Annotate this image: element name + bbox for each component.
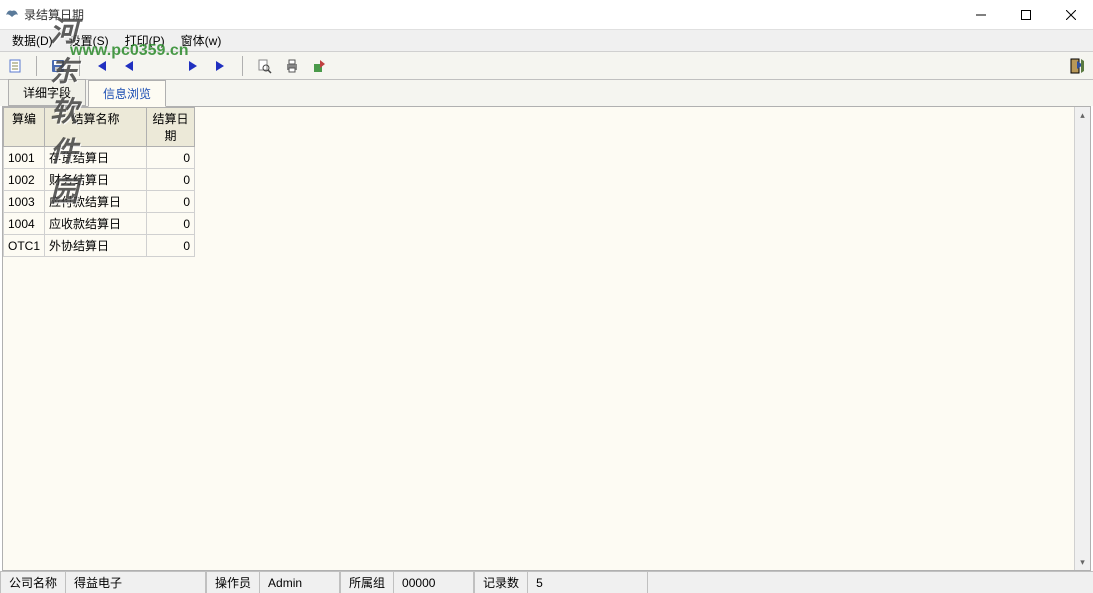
status-group-label: 所属组 xyxy=(340,572,394,593)
header-code[interactable]: 算编 xyxy=(4,108,45,147)
cell-date: 0 xyxy=(147,147,195,169)
header-date[interactable]: 结算日期 xyxy=(147,108,195,147)
status-group: 00000 xyxy=(394,572,474,593)
export-icon[interactable] xyxy=(309,55,331,77)
menu-window[interactable]: 窗体(w) xyxy=(173,30,230,51)
status-count-label: 记录数 xyxy=(474,572,528,593)
last-icon[interactable] xyxy=(210,55,232,77)
header-name[interactable]: 结算名称 xyxy=(45,108,147,147)
app-icon xyxy=(4,7,20,23)
tab-bar: 详细字段 信息浏览 xyxy=(0,80,1093,106)
cell-code: 1003 xyxy=(4,191,45,213)
cell-code: 1004 xyxy=(4,213,45,235)
table-row[interactable]: 1003 应付款结算日 0 xyxy=(4,191,195,213)
status-operator-label: 操作员 xyxy=(206,572,260,593)
cell-name: 外协结算日 xyxy=(45,235,147,257)
preview-icon[interactable] xyxy=(253,55,275,77)
cell-date: 0 xyxy=(147,235,195,257)
cell-code: 1001 xyxy=(4,147,45,169)
cell-code: OTC1 xyxy=(4,235,45,257)
separator xyxy=(36,56,37,76)
separator xyxy=(242,56,243,76)
cell-date: 0 xyxy=(147,191,195,213)
first-icon[interactable] xyxy=(90,55,112,77)
menu-data[interactable]: 数据(D) xyxy=(4,30,61,51)
table-row[interactable]: 1004 应收款结算日 0 xyxy=(4,213,195,235)
table-row[interactable]: 1001 存货结算日 0 xyxy=(4,147,195,169)
cell-date: 0 xyxy=(147,169,195,191)
content-area: 算编 结算名称 结算日期 1001 存货结算日 0 1002 财务结算日 0 1… xyxy=(2,106,1091,571)
title-bar: 录结算日期 xyxy=(0,0,1093,30)
scroll-down-icon[interactable]: ▾ xyxy=(1075,554,1090,570)
tab-detail[interactable]: 详细字段 xyxy=(8,79,86,106)
toolbar xyxy=(0,52,1093,80)
status-company-label: 公司名称 xyxy=(0,572,66,593)
vertical-scrollbar[interactable]: ▴ ▾ xyxy=(1074,107,1090,570)
cell-date: 0 xyxy=(147,213,195,235)
table-row[interactable]: OTC1 外协结算日 0 xyxy=(4,235,195,257)
grid-header: 算编 结算名称 结算日期 xyxy=(4,108,195,147)
close-button[interactable] xyxy=(1048,0,1093,30)
cell-name: 财务结算日 xyxy=(45,169,147,191)
menu-print[interactable]: 打印(P) xyxy=(117,30,173,51)
cell-name: 应收款结算日 xyxy=(45,213,147,235)
menu-settings[interactable]: 设置(S) xyxy=(61,30,117,51)
status-bar: 公司名称 得益电子 操作员 Admin 所属组 00000 记录数 5 xyxy=(0,571,1093,593)
prev-icon[interactable] xyxy=(118,55,140,77)
scroll-up-icon[interactable]: ▴ xyxy=(1075,107,1090,123)
next-icon[interactable] xyxy=(182,55,204,77)
cell-code: 1002 xyxy=(4,169,45,191)
exit-icon[interactable] xyxy=(1067,55,1089,77)
status-operator: Admin xyxy=(260,572,340,593)
status-company: 得益电子 xyxy=(66,572,206,593)
minimize-button[interactable] xyxy=(958,0,1003,30)
window-title: 录结算日期 xyxy=(24,6,84,23)
tab-browse[interactable]: 信息浏览 xyxy=(88,80,166,107)
print-icon[interactable] xyxy=(281,55,303,77)
data-grid[interactable]: 算编 结算名称 结算日期 1001 存货结算日 0 1002 财务结算日 0 1… xyxy=(3,107,195,257)
table-row[interactable]: 1002 财务结算日 0 xyxy=(4,169,195,191)
menu-bar: 数据(D) 设置(S) 打印(P) 窗体(w) xyxy=(0,30,1093,52)
cell-name: 应付款结算日 xyxy=(45,191,147,213)
window-controls xyxy=(958,0,1093,30)
separator xyxy=(79,56,80,76)
maximize-button[interactable] xyxy=(1003,0,1048,30)
status-count: 5 xyxy=(528,572,648,593)
new-icon[interactable] xyxy=(4,55,26,77)
save-icon[interactable] xyxy=(47,55,69,77)
cell-name: 存货结算日 xyxy=(45,147,147,169)
